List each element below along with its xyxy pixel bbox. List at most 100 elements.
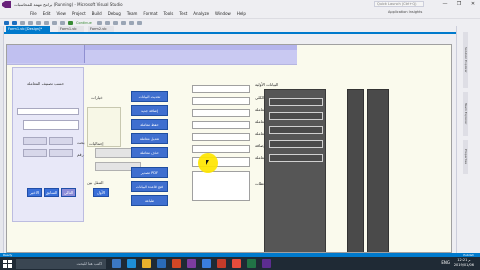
subject-field[interactable]	[192, 121, 250, 129]
media-player-icon[interactable]	[217, 259, 226, 268]
form-header-left-block	[7, 45, 85, 63]
search-option-d[interactable]	[49, 149, 73, 157]
menu-window[interactable]: Window	[215, 11, 231, 16]
form-header-band	[7, 45, 297, 65]
form-canvas[interactable]: حسب تصنيف المعاملة بحث رقم الاخير السابق…	[6, 44, 452, 253]
back-icon[interactable]	[4, 20, 9, 25]
menu-build[interactable]: Build	[92, 11, 102, 16]
menu-format[interactable]: Format	[143, 11, 157, 16]
open-database-button[interactable]: فتح قاعدة البيانات	[131, 181, 168, 192]
search-value-input[interactable]	[23, 120, 79, 130]
align-right-icon[interactable]	[136, 20, 142, 25]
solution-explorer-tab[interactable]: Solution Explorer	[463, 32, 468, 88]
dark-input-1[interactable]	[269, 98, 323, 106]
excel-icon[interactable]	[247, 259, 256, 268]
app-icon[interactable]	[262, 259, 271, 268]
dark-panel-narrow[interactable]	[347, 89, 364, 252]
menu-tools[interactable]: Tools	[164, 11, 174, 16]
tool-window-strip: Solution Explorer Team Explorer Properti…	[456, 26, 480, 256]
team-explorer-tab[interactable]: Team Explorer	[463, 92, 468, 136]
minimize-button[interactable]: —	[438, 0, 452, 9]
menu-file[interactable]: File	[30, 11, 37, 16]
close-button[interactable]: ✕	[466, 0, 480, 9]
save-record-button[interactable]: حفظ معاملة	[131, 119, 168, 130]
menu-test[interactable]: Test	[179, 11, 187, 16]
undo-icon[interactable]	[52, 20, 57, 25]
maximize-button[interactable]: ❐	[452, 0, 466, 9]
mouse-cursor-highlight	[198, 153, 218, 173]
visual-studio-taskbar-icon[interactable]	[187, 259, 196, 268]
search-option-b[interactable]	[49, 137, 73, 145]
align-left-icon[interactable]	[120, 20, 126, 25]
dark-panel-right[interactable]	[367, 89, 389, 252]
first-record-button[interactable]: الأول	[93, 188, 109, 197]
initial-data-field[interactable]	[192, 85, 250, 93]
total-record-field[interactable]	[192, 97, 250, 105]
language-indicator[interactable]: ENG	[441, 260, 450, 265]
application-insights-button[interactable]: Application Insights	[388, 10, 422, 14]
menu-analyze[interactable]: Analyze	[193, 11, 209, 16]
owner-field[interactable]	[192, 109, 250, 117]
new-project-icon[interactable]	[20, 20, 25, 25]
search-category-input[interactable]	[17, 108, 79, 115]
save-icon[interactable]	[36, 20, 41, 25]
start-button[interactable]: Continue	[76, 21, 92, 25]
dark-input-2[interactable]	[269, 112, 323, 120]
tab-form1-code[interactable]: Form1.vb	[58, 26, 84, 32]
edit-record-button[interactable]: تعديل معاملة	[131, 133, 168, 144]
file-explorer-icon[interactable]	[142, 259, 151, 268]
store-icon[interactable]	[157, 259, 166, 268]
open-icon[interactable]	[28, 20, 33, 25]
save-all-icon[interactable]	[44, 20, 49, 25]
navigate-label: التنقل بين	[87, 180, 104, 185]
system-clock[interactable]: 12:21 م 2019/01/06	[454, 258, 474, 268]
next-record-button[interactable]: التالي	[61, 188, 76, 197]
delete-record-button[interactable]: حذف معاملة	[131, 147, 168, 158]
tab-form2[interactable]: Form2.vb	[88, 26, 114, 32]
print-button[interactable]: طباعة	[131, 195, 168, 206]
record-number-field[interactable]	[192, 133, 250, 141]
add-new-button[interactable]: إضافة جديد	[131, 105, 168, 116]
dark-input-5[interactable]	[269, 154, 323, 162]
task-view-icon[interactable]	[112, 259, 121, 268]
align-center-icon[interactable]	[128, 20, 134, 25]
export-pdf-button[interactable]: تصدير PDF	[131, 167, 168, 178]
dark-input-4[interactable]	[269, 140, 323, 148]
search-option-a[interactable]	[23, 137, 47, 145]
menu-help[interactable]: Help	[237, 11, 246, 16]
refresh-data-button[interactable]: تحديث البيانات	[131, 91, 168, 102]
restart-icon[interactable]	[112, 20, 118, 25]
properties-tab[interactable]: Properties	[463, 140, 468, 174]
office-icon[interactable]	[172, 259, 181, 268]
notes-field[interactable]	[192, 171, 250, 201]
windows-taskbar: اكتب هنا للبحث ENG 12:21 م 2019/01/06	[0, 257, 480, 270]
previous-record-button[interactable]: السابق	[44, 188, 59, 197]
window-title: برامج مهمة للمحاسبات (Running) - Microso…	[14, 2, 123, 7]
taskbar-search-input[interactable]: اكتب هنا للبحث	[16, 258, 106, 269]
start-icon[interactable]	[68, 20, 73, 25]
dark-input-3[interactable]	[269, 126, 323, 134]
chrome-icon[interactable]	[232, 259, 241, 268]
menu-view[interactable]: View	[56, 11, 66, 16]
stop-icon[interactable]	[104, 20, 110, 25]
menu-debug[interactable]: Debug	[108, 11, 121, 16]
date-added-field[interactable]	[192, 145, 250, 153]
totals-label: إجماليات	[89, 141, 104, 146]
mouse-pointer-icon	[206, 160, 209, 165]
menu-edit[interactable]: Edit	[43, 11, 51, 16]
title-bar: برامج مهمة للمحاسبات (Running) - Microso…	[0, 0, 480, 9]
edge-browser-icon[interactable]	[127, 259, 136, 268]
windows-start-icon[interactable]	[2, 259, 12, 269]
word-icon[interactable]	[202, 259, 211, 268]
tab-form1-design[interactable]: Form1.vb [Design]*	[6, 26, 50, 32]
last-record-button[interactable]: الاخير	[27, 188, 42, 197]
menu-team[interactable]: Team	[127, 11, 138, 16]
dark-group-box[interactable]	[264, 89, 326, 252]
quick-launch-input[interactable]: Quick Launch (Ctrl+Q)	[374, 1, 424, 7]
toolbar: Continue	[0, 18, 480, 26]
pause-icon[interactable]	[96, 20, 102, 25]
search-option-c[interactable]	[23, 149, 47, 157]
forward-icon[interactable]	[12, 20, 17, 25]
redo-icon[interactable]	[60, 20, 65, 25]
menu-project[interactable]: Project	[72, 11, 86, 16]
